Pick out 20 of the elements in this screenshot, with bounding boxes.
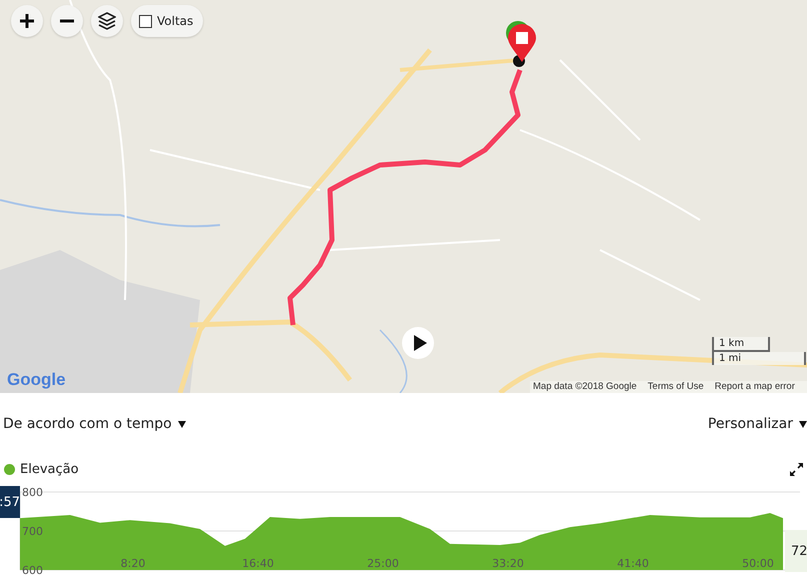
- customize-dropdown[interactable]: Personalizar: [704, 416, 807, 432]
- x-tick-label: 41:40: [617, 557, 649, 570]
- terms-link[interactable]: Terms of Use: [648, 381, 704, 393]
- view-dropdown[interactable]: De acordo com o tempo: [0, 416, 186, 432]
- legend-label: Elevação: [20, 462, 79, 477]
- map-logo: Google: [7, 370, 66, 390]
- x-tick-label: 25:00: [367, 557, 399, 570]
- tooltip: :57: [0, 486, 20, 518]
- laps-toggle[interactable]: Voltas: [131, 5, 204, 37]
- x-tick-label: 16:40: [242, 557, 274, 570]
- x-tick-label: 33:20: [492, 557, 524, 570]
- attribution-text: Map data ©2018 Google: [533, 381, 637, 393]
- report-link[interactable]: Report a map error: [714, 381, 795, 393]
- scale-bar: 1 km: [712, 337, 770, 352]
- y-tick-label: 700: [22, 525, 43, 538]
- scale-bar: 1 mi: [712, 352, 806, 365]
- y-tick-label: 800: [22, 486, 43, 499]
- x-tick-label: 50:00: [742, 557, 774, 570]
- tooltip: 72: [785, 530, 807, 572]
- x-tick-label: 8:20: [120, 557, 146, 570]
